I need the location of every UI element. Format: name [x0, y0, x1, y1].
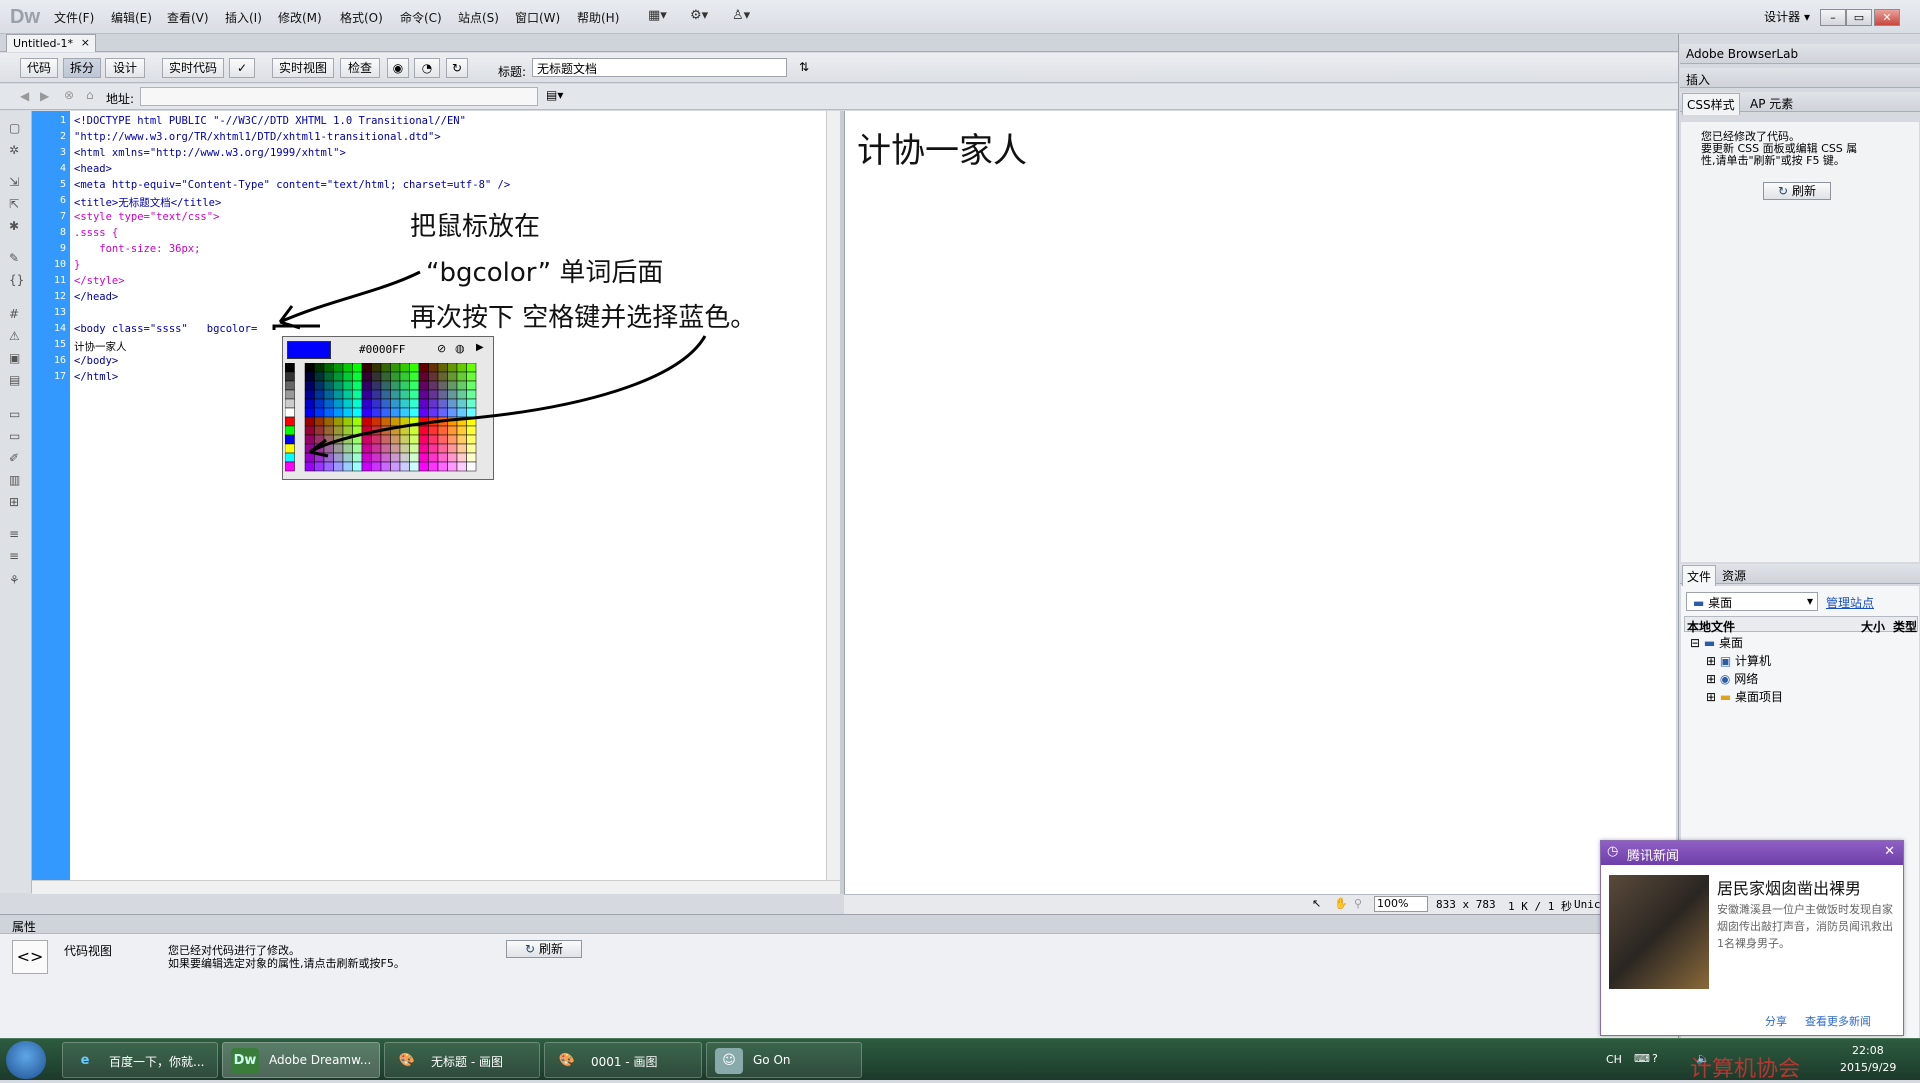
- css-panel-tabs: CSS样式 AP 元素: [1680, 92, 1920, 115]
- news-share-link[interactable]: 分享: [1765, 1013, 1787, 1029]
- css-panel-body: 您已经修改了代码。 要更新 CSS 面板或编辑 CSS 属 性,请单击"刷新"或…: [1681, 122, 1919, 562]
- insert-panel-header[interactable]: 插入: [1680, 68, 1920, 88]
- tencent-news-icon: ◷: [1607, 844, 1619, 859]
- select-tool-icon[interactable]: ↖: [1312, 897, 1321, 910]
- news-title[interactable]: 居民家烟囱凿出裸男: [1717, 875, 1861, 899]
- tab-ap-elements[interactable]: AP 元素: [1750, 95, 1793, 112]
- files-panel-tabs: 文件 资源: [1680, 564, 1920, 587]
- keyboard-icon[interactable]: ⌨: [1634, 1052, 1650, 1065]
- properties-header[interactable]: 属性: [0, 914, 1678, 934]
- site-select[interactable]: ▬ 桌面 ▾: [1686, 592, 1818, 611]
- volume-icon[interactable]: 🔈: [1696, 1052, 1710, 1065]
- news-thumbnail[interactable]: [1609, 875, 1709, 989]
- network-icon: ◉: [1719, 672, 1731, 686]
- system-tray: CH ⌨ ? 计算机协会 🔈 22:08 2015/9/29: [1600, 1039, 1920, 1082]
- tab-css-styles[interactable]: CSS样式: [1682, 93, 1740, 115]
- task-go-on[interactable]: ☺ Go On: [706, 1042, 862, 1078]
- design-status-bar: ↖ ✋ ⚲ 100% 833 x 783 1 K / 1 秒 Unic: [844, 894, 1676, 914]
- help-icon[interactable]: ?: [1652, 1052, 1658, 1065]
- desktop-icon: ▬: [1703, 636, 1716, 650]
- clock-time[interactable]: 22:08: [1852, 1044, 1884, 1057]
- css-refresh-button[interactable]: ↻ 刷新: [1763, 182, 1831, 200]
- language-indicator[interactable]: CH: [1606, 1053, 1622, 1066]
- task-dreamweaver[interactable]: Dw Adobe Dreamw...: [222, 1042, 380, 1078]
- files-table-header: 本地文件 大小 类型: [1684, 616, 1918, 634]
- start-button[interactable]: [6, 1041, 46, 1079]
- clock-date[interactable]: 2015/9/29: [1840, 1061, 1896, 1074]
- avatar-icon: ☺: [715, 1048, 743, 1074]
- manage-sites-link[interactable]: 管理站点: [1826, 594, 1874, 611]
- tree-item-computer[interactable]: ⊞ ▣ 计算机: [1706, 652, 1771, 669]
- folder-icon: ▬: [1719, 690, 1732, 704]
- zoom-tool-icon[interactable]: ⚲: [1354, 897, 1362, 910]
- browserlab-panel-header[interactable]: Adobe BrowserLab: [1680, 44, 1920, 64]
- zoom-select[interactable]: 100%: [1374, 896, 1428, 912]
- news-popup[interactable]: ◷ 腾讯新闻 ✕ 居民家烟囱凿出裸男 安徽濉溪县一位户主做饭时发现自家烟囱传出敲…: [1600, 840, 1904, 1036]
- task-paint-2[interactable]: 🎨 0001 - 画图: [544, 1042, 702, 1078]
- close-icon[interactable]: ✕: [1884, 844, 1895, 859]
- dreamweaver-icon: Dw: [231, 1048, 259, 1074]
- tree-item-desktop[interactable]: ⊟ ▬ 桌面: [1690, 634, 1743, 651]
- desktop-icon: ▬: [1693, 596, 1705, 610]
- encoding: Unic: [1574, 898, 1601, 911]
- computer-icon: ▣: [1719, 654, 1732, 668]
- ie-icon: e: [80, 1053, 90, 1068]
- window-size[interactable]: 833 x 783: [1436, 898, 1496, 911]
- tab-assets[interactable]: 资源: [1722, 567, 1746, 584]
- design-body-text[interactable]: 计协一家人: [857, 123, 1027, 172]
- news-header: ◷ 腾讯新闻 ✕: [1601, 841, 1903, 865]
- task-paint-1[interactable]: 🎨 无标题 - 画图: [384, 1042, 540, 1078]
- props-message-2: 如果要编辑选定对象的属性,请点击刷新或按F5。: [168, 957, 405, 970]
- code-view-icon: <>: [12, 940, 48, 974]
- tree-item-network[interactable]: ⊞ ◉ 网络: [1706, 670, 1758, 687]
- download-size: 1 K / 1 秒: [1508, 900, 1572, 913]
- code-view-label: 代码视图: [64, 944, 113, 958]
- refresh-icon: ↻: [525, 942, 536, 956]
- task-browser[interactable]: e 百度一下，你就...: [62, 1042, 218, 1078]
- refresh-icon: ↻: [1778, 184, 1789, 198]
- hand-tool-icon[interactable]: ✋: [1334, 897, 1348, 910]
- paint-icon: 🎨: [558, 1053, 576, 1068]
- props-refresh-button[interactable]: ↻ 刷新: [506, 940, 582, 958]
- paint-icon: 🎨: [398, 1053, 416, 1068]
- tree-item-desktop-items[interactable]: ⊞ ▬ 桌面项目: [1706, 688, 1783, 705]
- news-more-link[interactable]: 查看更多新闻: [1805, 1013, 1871, 1029]
- tab-files[interactable]: 文件: [1682, 565, 1717, 587]
- news-description: 安徽濉溪县一位户主做饭时发现自家烟囱传出敲打声音，消防员闻讯救出1名裸身男子。: [1717, 903, 1893, 950]
- taskbar: e 百度一下，你就... Dw Adobe Dreamw... 🎨 无标题 - 画图 …: [0, 1038, 1920, 1082]
- design-view[interactable]: 计协一家人: [844, 111, 1676, 894]
